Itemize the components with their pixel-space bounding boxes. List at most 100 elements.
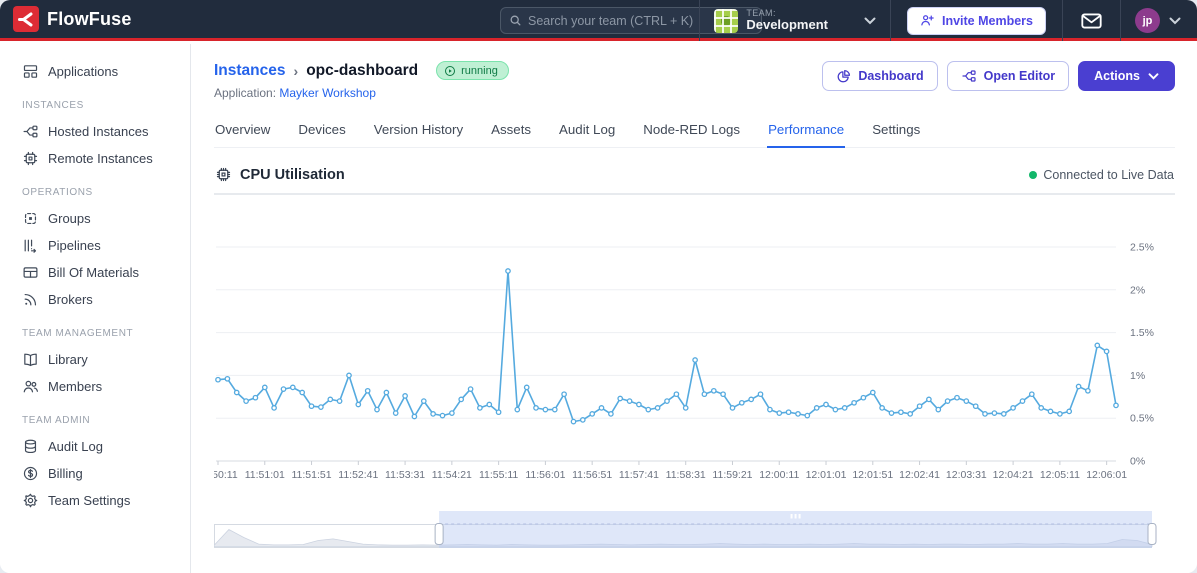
notifications-button[interactable] [1062, 0, 1121, 41]
sidebar-item-label: Members [48, 379, 103, 394]
chevron-down-icon [1148, 72, 1159, 80]
pipelines-icon [22, 237, 39, 254]
tab-overview[interactable]: Overview [214, 116, 271, 147]
breadcrumb-separator: › [293, 62, 299, 79]
cpu-icon [215, 166, 232, 183]
mail-icon [1081, 13, 1102, 29]
sidebar-section-instances: INSTANCES [22, 100, 84, 111]
chevron-down-icon [1169, 17, 1181, 25]
sidebar-item-label: Remote Instances [48, 151, 153, 166]
user-menu[interactable]: jp [1121, 0, 1197, 41]
status-badge-label: running [461, 64, 498, 77]
top-navbar: FlowFuse TEAM: Development [0, 0, 1197, 41]
svg-text:1.5%: 1.5% [1130, 327, 1154, 339]
tab-version-history[interactable]: Version History [373, 116, 464, 147]
open-editor-button[interactable]: Open Editor [946, 61, 1070, 91]
open-editor-button-label: Open Editor [983, 69, 1056, 83]
sidebar-item-team-settings[interactable]: Team Settings [0, 487, 190, 514]
instance-tabs: Overview Devices Version History Assets Audi… [214, 116, 1175, 148]
brush-left-handle[interactable] [434, 523, 444, 545]
svg-text:12:01:51: 12:01:51 [852, 469, 893, 481]
sidebar-item-audit-log[interactable]: Audit Log [0, 433, 190, 460]
tab-node-red-logs[interactable]: Node-RED Logs [642, 116, 741, 147]
sidebar-item-label: Bill Of Materials [48, 265, 140, 280]
team-settings-icon [22, 492, 39, 509]
brand-name: FlowFuse [47, 8, 132, 29]
instance-name: opc-dashboard [306, 61, 419, 79]
sidebar-item-remote-instances[interactable]: Remote Instances [0, 145, 190, 172]
svg-text:11:59:21: 11:59:21 [712, 469, 752, 481]
status-badge: running [436, 61, 509, 80]
svg-text:2.5%: 2.5% [1130, 242, 1154, 254]
live-status-label: Connected to Live Data [1043, 167, 1174, 182]
brokers-icon [22, 291, 39, 308]
sidebar-item-label: Brokers [48, 292, 93, 307]
sidebar-item-applications[interactable]: Applications [0, 58, 190, 85]
svg-text:11:56:01: 11:56:01 [525, 469, 565, 481]
sidebar-item-library[interactable]: Library [0, 346, 190, 373]
sidebar-item-label: Team Settings [48, 493, 131, 508]
application-label: Application: [214, 86, 277, 100]
svg-text:11:51:01: 11:51:01 [245, 469, 285, 481]
invite-members-button[interactable]: Invite Members [906, 6, 1046, 35]
tab-settings[interactable]: Settings [871, 116, 921, 147]
panel-title: CPU Utilisation [240, 166, 345, 183]
svg-text:12:02:41: 12:02:41 [899, 469, 940, 481]
svg-text:12:01:01: 12:01:01 [806, 469, 847, 481]
user-avatar: jp [1135, 8, 1160, 33]
flowfuse-logo[interactable]: FlowFuse [0, 6, 132, 32]
hosted-instances-icon [22, 123, 39, 140]
actions-button[interactable]: Actions [1078, 61, 1175, 91]
team-name: Development [746, 17, 828, 33]
search-icon [509, 14, 522, 27]
groups-icon [22, 210, 39, 227]
cpu-utilisation-chart: 0% 0.5% 1% 1.5% 2% 2.5% 11:50:11 11:51:01 11:51:… [198, 242, 1154, 482]
svg-text:11:55:11: 11:55:11 [479, 469, 518, 481]
main-content: Instances › opc-dashboard running Applic… [192, 44, 1197, 573]
dashboard-button[interactable]: Dashboard [822, 61, 938, 91]
tab-audit-log[interactable]: Audit Log [558, 116, 616, 147]
invite-members-label: Invite Members [941, 13, 1033, 28]
svg-text:0.5%: 0.5% [1130, 413, 1154, 425]
svg-text:1%: 1% [1130, 370, 1145, 382]
sidebar-item-label: Audit Log [48, 439, 103, 454]
sidebar-item-groups[interactable]: Groups [0, 205, 190, 232]
svg-text:11:54:21: 11:54:21 [432, 469, 472, 481]
members-icon [22, 378, 39, 395]
sidebar-item-members[interactable]: Members [0, 373, 190, 400]
remote-instances-icon [22, 150, 39, 167]
svg-text:12:06:01: 12:06:01 [1086, 469, 1127, 481]
svg-text:12:05:11: 12:05:11 [1040, 469, 1080, 481]
brush-right-handle[interactable] [1147, 523, 1157, 545]
live-data-status: Connected to Live Data [1029, 168, 1174, 182]
actions-button-label: Actions [1094, 69, 1140, 83]
svg-text:11:50:11: 11:50:11 [214, 469, 238, 481]
svg-text:12:04:21: 12:04:21 [993, 469, 1034, 481]
sidebar-section-team-admin: TEAM ADMIN [22, 415, 91, 426]
chevron-down-icon [864, 12, 876, 30]
live-dot-icon [1029, 170, 1038, 179]
tab-devices[interactable]: Devices [297, 116, 346, 147]
tab-performance[interactable]: Performance [767, 116, 846, 148]
team-selector[interactable]: TEAM: Development [699, 0, 891, 41]
breadcrumb-instances-link[interactable]: Instances [214, 62, 286, 80]
sidebar-item-label: Library [48, 352, 88, 367]
applications-icon [22, 63, 39, 80]
svg-text:11:52:41: 11:52:41 [338, 469, 378, 481]
sidebar-item-bill-of-materials[interactable]: Bill Of Materials [0, 259, 190, 286]
svg-text:12:03:31: 12:03:31 [946, 469, 987, 481]
bill-of-materials-icon [22, 264, 39, 281]
svg-text:12:00:11: 12:00:11 [759, 469, 799, 481]
sidebar-item-billing[interactable]: Billing [0, 460, 190, 487]
tab-assets[interactable]: Assets [490, 116, 532, 147]
node-editor-icon [961, 68, 977, 84]
application-link[interactable]: Mayker Workshop [279, 86, 375, 100]
svg-text:11:58:31: 11:58:31 [666, 469, 706, 481]
sidebar: Applications INSTANCES Hosted Instances Rem… [0, 44, 191, 573]
sidebar-item-hosted-instances[interactable]: Hosted Instances [0, 118, 190, 145]
sidebar-item-pipelines[interactable]: Pipelines [0, 232, 190, 259]
pie-chart-icon [836, 69, 851, 84]
sidebar-item-brokers[interactable]: Brokers [0, 286, 190, 313]
billing-icon [22, 465, 39, 482]
chart-range-slider[interactable] [213, 508, 1174, 552]
